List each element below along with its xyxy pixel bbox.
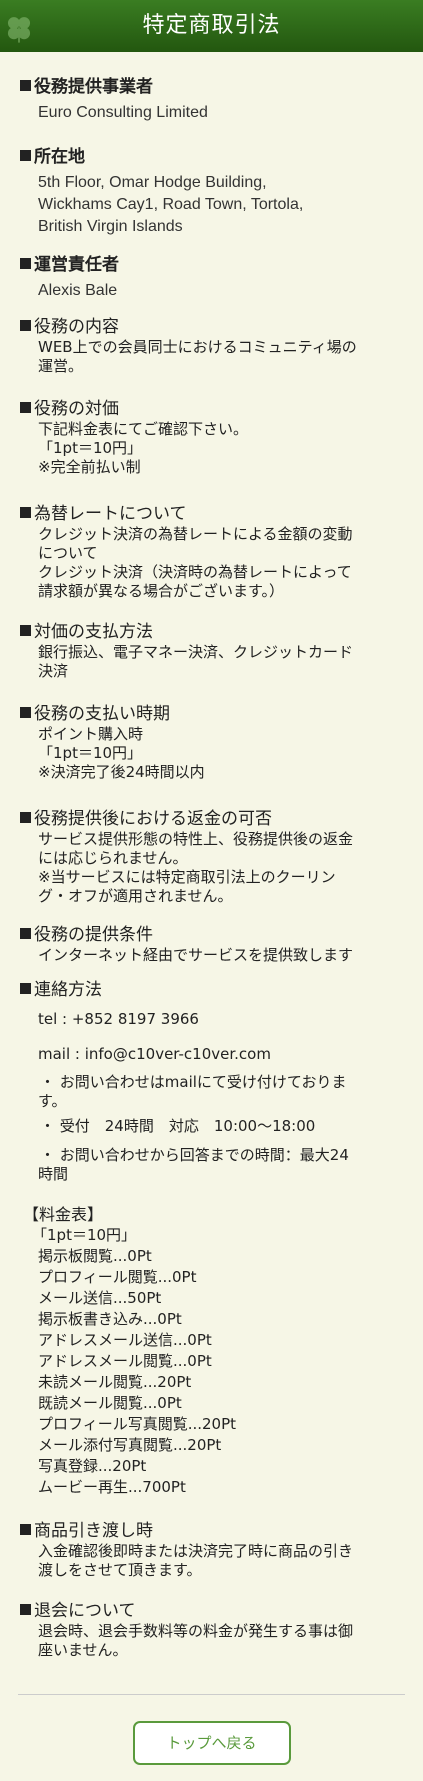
section-service-conditions: 役務の提供条件 インターネット経由でサービスを提供致します: [20, 924, 409, 965]
back-to-top-button[interactable]: トップへ戻る: [132, 1721, 291, 1765]
section-body: 銀行振込、電子マネー決済、クレジットカード 決済: [38, 643, 354, 680]
section-body: サービス提供形態の特性上、役務提供後の返金 には応じられません。 ※当サービスに…: [38, 830, 354, 905]
section-body: 5th Floor, Omar Hodge Building, Wickhams…: [38, 174, 304, 235]
contact-hours: ・ 受付 24時間 対応 10:00～18:00: [40, 1117, 316, 1135]
section-payment-timing: 役務の支払い時期 ポイント購入時 「1pt＝10円」 ※決済完了後24時間以内: [20, 703, 409, 782]
footer: トップへ戻る: [0, 1695, 423, 1781]
price-item: プロフィール写真閲覧...20Pt: [38, 1415, 237, 1433]
section-title: 対価の支払方法: [20, 621, 409, 643]
section-title: 役務提供後における返金の可否: [20, 808, 409, 830]
section-refund: 役務提供後における返金の可否 サービス提供形態の特性上、役務提供後の返金 には応…: [20, 808, 409, 906]
price-item: 既読メール閲覧...0Pt: [38, 1394, 182, 1412]
section-manager: 運営責任者 Alexis Bale: [20, 254, 409, 302]
section-title: 役務提供事業者: [20, 76, 409, 98]
section-exchange-rate: 為替レートについて クレジット決済の為替レートによる金額の変動 について クレジ…: [20, 503, 409, 601]
section-title: 為替レートについて: [20, 503, 409, 525]
section-body: 入金確認後即時または決済完了時に商品の引き 渡しをさせて頂きます。: [38, 1542, 354, 1579]
price-item: メール添付写真閲覧...20Pt: [38, 1436, 222, 1454]
contact-tel: tel : +852 8197 3966: [38, 1010, 199, 1028]
section-title: 運営責任者: [20, 254, 409, 276]
section-title: 役務の支払い時期: [20, 703, 409, 725]
page-title: 特定商取引法: [142, 13, 281, 38]
contact-mail: mail : info@c10ver-c10ver.com: [38, 1045, 271, 1063]
section-body: 退会時、退会手数料等の料金が発生する事は御 座いません。: [38, 1622, 354, 1659]
contact-response-time: ・ お問い合わせから回答までの時間：最大24 時間: [38, 1146, 349, 1183]
price-item: 掲示板閲覧...0Pt: [38, 1247, 152, 1265]
price-table-title: 【料金表】: [23, 1205, 104, 1224]
section-title: 商品引き渡し時: [20, 1520, 409, 1542]
price-item: プロフィール閲覧...0Pt: [38, 1268, 197, 1286]
section-title: 連絡方法: [20, 979, 409, 1001]
price-table: 【料金表】 「1pt＝10円」 掲示板閲覧...0Pt プロフィール閲覧...0…: [20, 1204, 409, 1498]
section-title: 退会について: [20, 1600, 409, 1622]
contact-note: ・ お問い合わせはmailにて受け付けておりま す。: [38, 1073, 347, 1110]
section-withdrawal: 退会について 退会時、退会手数料等の料金が発生する事は御 座いません。: [20, 1600, 409, 1660]
section-title: 役務の提供条件: [20, 924, 409, 946]
section-title: 所在地: [20, 146, 409, 168]
main-content: 役務提供事業者 Euro Consulting Limited 所在地 5th …: [0, 52, 423, 1660]
price-item: 掲示板書き込み...0Pt: [38, 1310, 182, 1328]
price-item: アドレスメール閲覧...0Pt: [38, 1352, 212, 1370]
price-item: ムービー再生...700Pt: [38, 1478, 186, 1496]
section-body: ポイント購入時 「1pt＝10円」 ※決済完了後24時間以内: [38, 725, 205, 781]
section-title: 役務の対価: [20, 398, 409, 420]
section-body: Euro Consulting Limited: [38, 104, 208, 121]
section-contact: 連絡方法 tel : +852 8197 3966 mail : info@c1…: [20, 979, 409, 1184]
section-title: 役務の内容: [20, 316, 409, 338]
price-item: 写真登録...20Pt: [38, 1457, 147, 1475]
price-item: アドレスメール送信...0Pt: [38, 1331, 212, 1349]
section-body: インターネット経由でサービスを提供致します: [38, 946, 354, 964]
clover-icon: [7, 17, 31, 43]
price-item: メール送信...50Pt: [38, 1289, 162, 1307]
section-body: WEB上での会員同士におけるコミュニティ場の 運営。: [38, 338, 357, 375]
section-provider: 役務提供事業者 Euro Consulting Limited: [20, 76, 409, 124]
section-price: 役務の対価 下記料金表にてご確認下さい。 「1pt＝10円」 ※完全前払い制: [20, 398, 409, 477]
section-address: 所在地 5th Floor, Omar Hodge Building, Wick…: [20, 146, 409, 238]
section-service-content: 役務の内容 WEB上での会員同士におけるコミュニティ場の 運営。: [20, 316, 409, 376]
section-delivery: 商品引き渡し時 入金確認後即時または決済完了時に商品の引き 渡しをさせて頂きます…: [20, 1520, 409, 1580]
price-table-rate: 「1pt＝10円」: [32, 1226, 137, 1244]
section-body: 下記料金表にてご確認下さい。 「1pt＝10円」 ※完全前払い制: [38, 420, 249, 476]
page-header: 特定商取引法: [0, 0, 423, 52]
section-body: クレジット決済の為替レートによる金額の変動 について クレジット決済（決済時の為…: [38, 525, 353, 600]
section-payment-method: 対価の支払方法 銀行振込、電子マネー決済、クレジットカード 決済: [20, 621, 409, 681]
price-item: 未読メール閲覧...20Pt: [38, 1373, 192, 1391]
section-body: Alexis Bale: [38, 282, 118, 299]
